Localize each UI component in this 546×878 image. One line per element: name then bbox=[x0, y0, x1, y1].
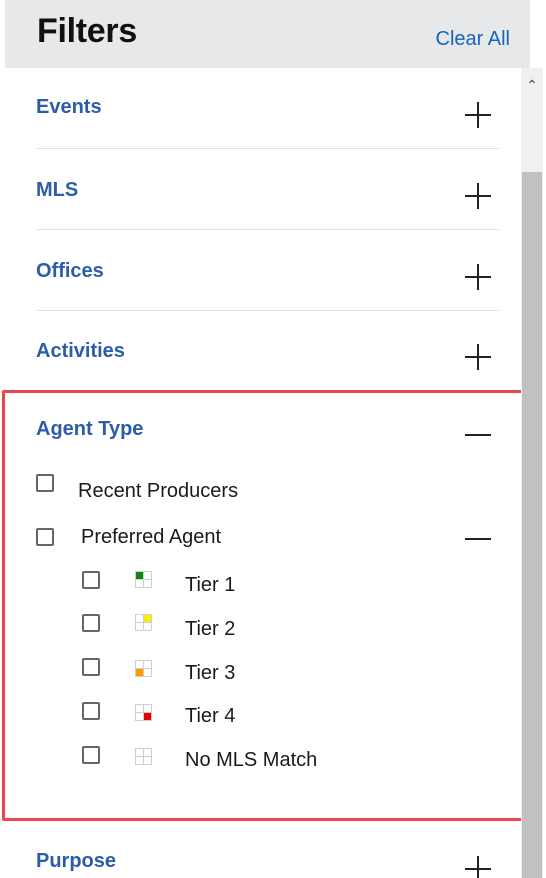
section-label-offices: Offices bbox=[36, 260, 104, 282]
section-label-events: Events bbox=[36, 96, 102, 118]
scrollbar-thumb[interactable] bbox=[522, 172, 542, 878]
section-mls[interactable]: MLS bbox=[36, 149, 499, 230]
expand-plus-icon[interactable] bbox=[465, 183, 491, 209]
filters-panel: Filters Clear All Events MLS Offices Act… bbox=[0, 0, 546, 878]
section-activities[interactable]: Activities bbox=[36, 310, 499, 391]
clear-all-link[interactable]: Clear All bbox=[436, 28, 510, 51]
expand-plus-icon[interactable] bbox=[465, 856, 491, 878]
section-label-purpose: Purpose bbox=[36, 850, 117, 872]
expand-plus-icon[interactable] bbox=[465, 264, 491, 290]
filters-header: Filters Clear All bbox=[0, 0, 546, 68]
section-offices[interactable]: Offices bbox=[36, 230, 499, 311]
section-purpose[interactable]: Purpose bbox=[36, 822, 499, 878]
section-label-mls: MLS bbox=[36, 179, 79, 201]
page-title: Filters bbox=[37, 12, 137, 50]
agent-type-highlight bbox=[2, 390, 525, 821]
expand-plus-icon[interactable] bbox=[465, 344, 491, 370]
section-events[interactable]: Events bbox=[36, 68, 499, 149]
expand-plus-icon[interactable] bbox=[465, 102, 491, 128]
scroll-up-arrow-icon[interactable]: ⌃ bbox=[521, 68, 543, 102]
vertical-scrollbar[interactable]: ⌃ bbox=[521, 68, 543, 878]
section-label-activities: Activities bbox=[36, 340, 125, 362]
